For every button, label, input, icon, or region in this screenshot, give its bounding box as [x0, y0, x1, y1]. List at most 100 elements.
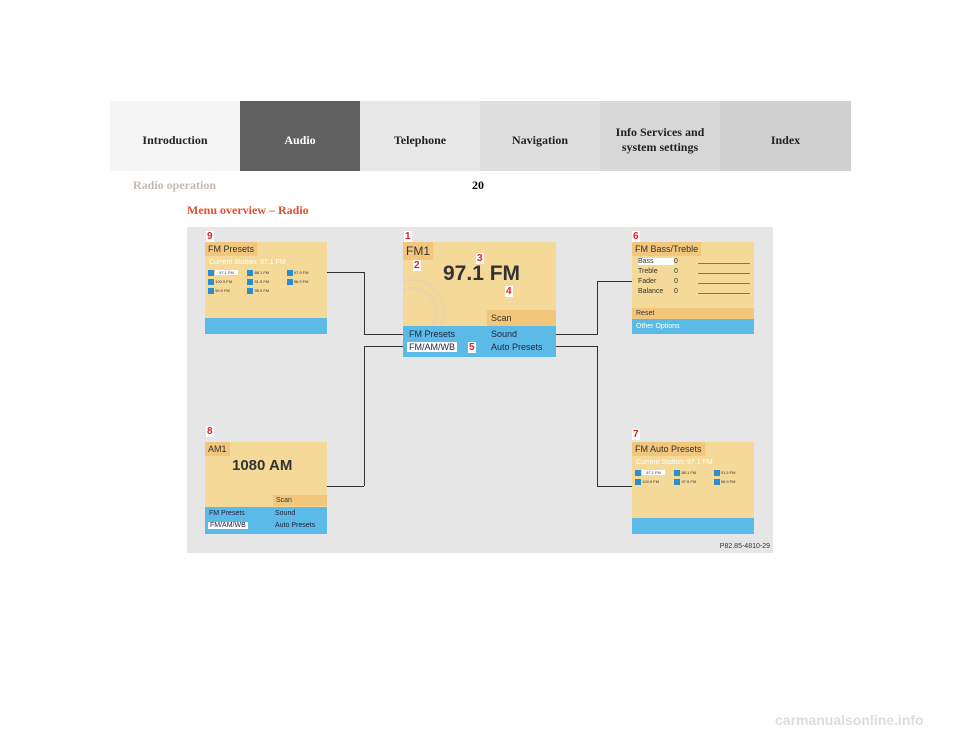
sound-label: Treble [638, 267, 658, 275]
sound-value: 0 [674, 267, 678, 275]
callout-8: 8 [206, 426, 214, 437]
sound-item[interactable]: Sound [491, 329, 517, 339]
band-select-item[interactable]: FM/AM/WB [208, 522, 248, 529]
callout-6: 6 [632, 231, 640, 242]
bass-treble-screen: FM Bass/Treble Bass 0 Treble 0 Fader 0 Balance… [632, 242, 754, 334]
page-heading: Menu overview – Radio [187, 203, 309, 217]
preset-button[interactable]: 95.9 FM [247, 288, 286, 294]
preset-button[interactable]: 100.9 FM [635, 479, 674, 485]
preset-button[interactable]: 96.9 FM [286, 279, 326, 285]
tab-telephone[interactable]: Telephone [360, 101, 480, 171]
fm-presets-screen: FM Presets Current Station: 97.1 FM 97.1… [205, 242, 327, 334]
scan-button[interactable]: Scan [487, 310, 556, 326]
preset-number-icon [247, 279, 254, 285]
preset-number-icon [635, 479, 641, 485]
tab-index[interactable]: Index [720, 101, 851, 171]
preset-frequency: 100.9 FM [215, 279, 233, 285]
sound-value: 0 [674, 257, 678, 265]
page-number: 20 [472, 178, 484, 192]
preset-frequency: 97.1 FM [215, 270, 238, 276]
menu-diagram: 9 FM Presets Current Station: 97.1 FM 97… [187, 227, 773, 553]
band-select-item[interactable]: FM/AM/WB [407, 342, 457, 352]
preset-frequency: 96.9 FM [293, 279, 309, 285]
preset-frequency: 97.1 FM [642, 470, 665, 476]
sound-label: Bass [638, 257, 674, 265]
preset-button[interactable]: 90.9 FM [208, 288, 247, 294]
fm-presets-item[interactable]: FM Presets [409, 329, 455, 339]
preset-number-icon [713, 479, 720, 485]
callout-4: 4 [505, 286, 513, 297]
sound-row[interactable]: Fader 0 [638, 276, 750, 286]
figure-reference: P82.85-4810-29 [719, 543, 770, 550]
slider[interactable] [698, 279, 750, 284]
preset-button[interactable]: 88.1 FM [674, 470, 713, 476]
callout-5: 5 [468, 342, 476, 353]
preset-number-icon [208, 270, 214, 276]
preset-button[interactable]: 91.5 FM [247, 279, 286, 285]
preset-number-icon [674, 479, 681, 485]
sound-row[interactable]: Treble 0 [638, 266, 750, 276]
sound-row[interactable]: Bass 0 [638, 256, 750, 266]
preset-frequency: 97.9 FM [293, 270, 309, 276]
frequency-display: 97.1 FM [443, 262, 521, 285]
am-screen: AM1 1080 AM Scan FM Presets Sound FM/AM/… [205, 442, 327, 534]
frequency-display: 1080 AM [232, 457, 293, 474]
preset-button[interactable]: 97.5 FM [674, 479, 713, 485]
preset-button[interactable]: 91.5 FM [713, 470, 753, 476]
preset-number-icon [247, 288, 254, 294]
slider[interactable] [698, 259, 750, 264]
preset-number-icon [247, 270, 254, 276]
preset-number-icon [674, 470, 681, 476]
sound-row[interactable]: Balance 0 [638, 286, 750, 296]
preset-frequency: 88.1 FM [254, 270, 270, 276]
preset-button[interactable]: 96.9 FM [713, 479, 753, 485]
callout-9: 9 [206, 231, 214, 242]
preset-button[interactable]: 97.9 FM [286, 270, 326, 276]
preset-number-icon [286, 270, 293, 276]
preset-number-icon [713, 470, 720, 476]
auto-presets-item[interactable]: Auto Presets [275, 522, 315, 529]
radio-main-screen: FM1 97.1 FM 2 3 4 Scan FM Presets Sound … [403, 242, 556, 357]
auto-presets-item[interactable]: Auto Presets [491, 342, 543, 352]
tab-introduction[interactable]: Introduction [110, 101, 240, 171]
tab-navigation[interactable]: Navigation [480, 101, 600, 171]
callout-2: 2 [413, 260, 421, 271]
callout-3: 3 [476, 253, 484, 264]
sound-item[interactable]: Sound [275, 510, 295, 517]
preset-button[interactable]: 97.1 FM [208, 270, 247, 276]
scan-button[interactable]: Scan [273, 495, 327, 506]
reset-button[interactable]: Reset [632, 308, 754, 319]
slider[interactable] [698, 289, 750, 294]
sound-label: Fader [638, 277, 657, 285]
tab-audio[interactable]: Audio [240, 101, 360, 171]
callout-7: 7 [632, 429, 640, 440]
preset-frequency: 90.9 FM [215, 288, 230, 294]
screen-title: FM Presets [205, 242, 258, 256]
preset-frequency: 95.9 FM [254, 288, 270, 294]
current-station: Current Station: 97.1 FM [209, 259, 286, 266]
band-label: FM1 [403, 242, 433, 260]
preset-button[interactable]: 100.9 FM [208, 279, 247, 285]
sound-value: 0 [674, 287, 678, 295]
fm-presets-item[interactable]: FM Presets [209, 510, 245, 517]
slider[interactable] [698, 269, 750, 274]
preset-frequency: 100.9 FM [642, 479, 660, 485]
preset-frequency: 96.9 FM [720, 479, 736, 485]
callout-1: 1 [404, 231, 412, 242]
sound-value: 0 [674, 277, 678, 285]
sound-label: Balance [638, 287, 664, 295]
preset-number-icon [635, 470, 641, 476]
auto-presets-screen: FM Auto Presets Current Station: 97.1 FM… [632, 442, 754, 534]
section-title: Radio operation [133, 178, 217, 192]
preset-button[interactable]: 97.1 FM [635, 470, 674, 476]
preset-frequency: 91.5 FM [254, 279, 270, 285]
current-station: Current Station: 97.1 FM [636, 459, 713, 466]
preset-button[interactable]: 88.1 FM [247, 270, 286, 276]
other-options-button[interactable]: Other Options [632, 319, 754, 334]
preset-frequency: 91.5 FM [720, 470, 736, 476]
band-label: AM1 [205, 442, 230, 456]
tab-info-services[interactable]: Info Services and system settings [600, 101, 720, 171]
preset-number-icon [208, 279, 214, 285]
watermark: carmanualsonline.info [775, 712, 924, 728]
preset-frequency: 97.5 FM [681, 479, 697, 485]
